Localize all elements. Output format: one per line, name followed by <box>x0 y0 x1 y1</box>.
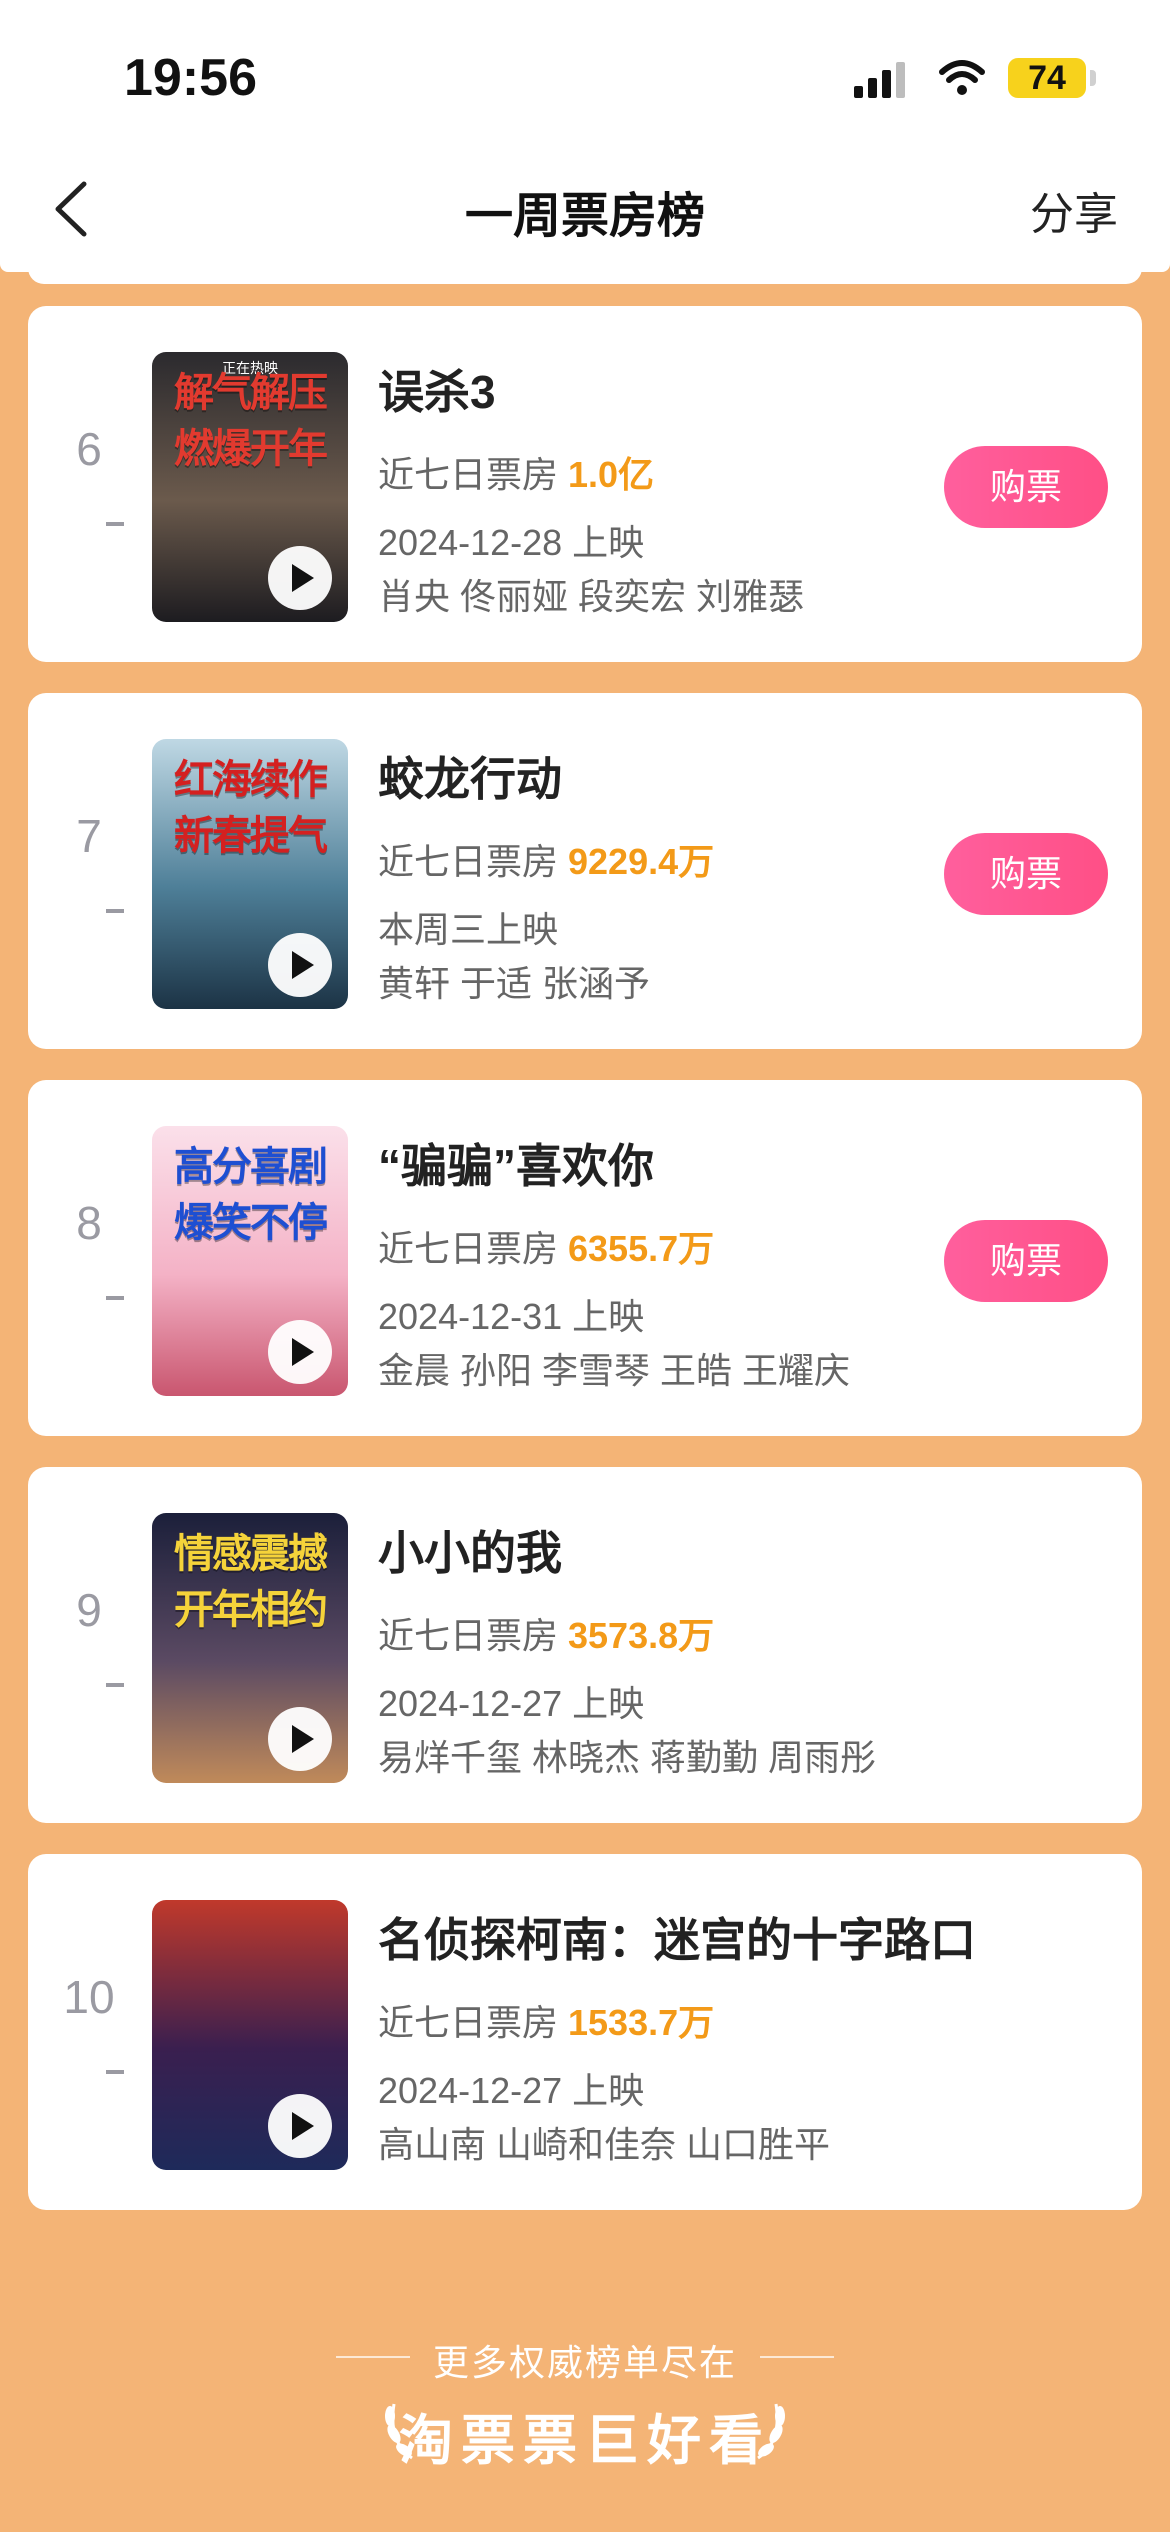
cellular-signal-icon <box>854 62 905 98</box>
box-office-label: 近七日票房 <box>378 1228 559 1269</box>
movie-card[interactable]: 7 红海续作新春提气 蛟龙行动 近七日票房 9229.4万 本周三上映 黄轩 于适… <box>28 693 1142 1049</box>
buy-ticket-button[interactable]: 购票 <box>944 833 1108 915</box>
battery-tip <box>1090 70 1096 86</box>
cast-list: 肖央 佟丽娅 段奕宏 刘雅瑟 <box>378 576 805 617</box>
movie-card[interactable]: 10 名侦探柯南：迷宫的十字路口 近七日票房 1533.7万 2024-12-27… <box>28 1854 1142 2210</box>
box-office-row: 近七日票房 1533.7万 <box>378 1994 714 2046</box>
rank-change-dash <box>106 1296 124 1300</box>
movie-card[interactable]: 9 情感震撼开年相约 小小的我 近七日票房 3573.8万 2024-12-27 … <box>28 1467 1142 1823</box>
movie-poster[interactable]: 红海续作 新春提气 <box>152 739 348 1009</box>
cast-list: 易烊千玺 林晓杰 蒋勤勤 周雨彤 <box>378 1737 877 1778</box>
movie-poster[interactable] <box>152 1900 348 2170</box>
box-office-row: 近七日票房 9229.4万 <box>378 833 714 885</box>
buy-ticket-button[interactable]: 购票 <box>944 1220 1108 1302</box>
box-office-value: 1533.7万 <box>568 2002 715 2043</box>
play-icon[interactable] <box>268 933 332 997</box>
poster-headline: 高分喜剧 <box>174 1143 328 1190</box>
laurel-right-icon <box>757 2403 785 2460</box>
movie-title[interactable]: “骗骗”喜欢你 <box>378 1130 654 1196</box>
release-date: 2024-12-27 上映 <box>378 1683 645 1724</box>
box-office-label: 近七日票房 <box>378 2002 559 2043</box>
release-date: 本周三上映 <box>378 909 559 950</box>
cast-list: 金晨 孙阳 李雪琴 王皓 王耀庆 <box>378 1350 851 1391</box>
poster-headline: 红海续作 <box>174 756 328 803</box>
poster-headline: 爆笑不停 <box>174 1199 328 1246</box>
rank-number: 10 <box>63 1971 115 2023</box>
movie-poster[interactable]: 情感震撼 开年相约 <box>152 1513 348 1783</box>
release-date: 2024-12-31 上映 <box>378 1296 645 1337</box>
box-office-label: 近七日票房 <box>378 841 559 882</box>
poster-headline: 开年相约 <box>174 1586 328 1633</box>
poster-headline: 新春提气 <box>174 812 328 859</box>
movie-card[interactable]: 6 正在热映 解气解压 燃爆开年 误杀3 近七日票房 1.0亿 2024-12-28… <box>28 306 1142 662</box>
box-office-label: 近七日票房 <box>378 454 559 495</box>
previous-card-edge <box>28 264 1142 284</box>
cast-list: 黄轩 于适 张涵予 <box>378 963 651 1004</box>
page-title: 一周票房榜 <box>464 190 705 243</box>
wifi-icon <box>939 60 985 95</box>
play-icon[interactable] <box>268 546 332 610</box>
play-icon[interactable] <box>268 2094 332 2158</box>
release-date: 2024-12-28 上映 <box>378 522 645 563</box>
share-button[interactable]: 分享 <box>1030 178 1118 242</box>
release-date: 2024-12-27 上映 <box>378 2070 645 2111</box>
cast-list: 高山南 山崎和佳奈 山口胜平 <box>378 2124 831 2165</box>
movie-title[interactable]: 蛟龙行动 <box>378 743 562 809</box>
rank-number: 9 <box>76 1584 102 1636</box>
movie-title[interactable]: 误杀3 <box>378 356 496 422</box>
box-office-value: 3573.8万 <box>568 1615 715 1656</box>
movie-card[interactable]: 8 高分喜剧爆笑不停 “骗骗”喜欢你 近七日票房 6355.7万 2024-12-… <box>28 1080 1142 1436</box>
play-icon[interactable] <box>268 1320 332 1384</box>
footer-text: 更多权威榜单尽在 <box>432 2342 737 2383</box>
status-time: 19:56 <box>124 49 257 107</box>
rank-number: 6 <box>76 423 102 475</box>
buy-ticket-button[interactable]: 购票 <box>944 446 1108 528</box>
movie-poster[interactable]: 高分喜剧 爆笑不停 <box>152 1126 348 1396</box>
movie-title[interactable]: 小小的我 <box>378 1517 562 1583</box>
poster-headline: 情感震撼 <box>174 1530 328 1577</box>
box-office-row: 近七日票房 1.0亿 <box>378 446 654 498</box>
rank-change-dash <box>106 2070 124 2074</box>
box-office-value: 1.0亿 <box>568 454 655 495</box>
status-bar: 19:56 74 <box>0 0 1170 150</box>
footer-brand[interactable]: 淘票票巨好看 <box>0 2396 1170 2475</box>
rank-number: 8 <box>76 1197 102 1249</box>
rank-change-dash <box>106 1683 124 1687</box>
movie-title[interactable]: 名侦探柯南：迷宫的十字路口 <box>378 1904 976 1970</box>
box-office-value: 6355.7万 <box>568 1228 715 1269</box>
rank-change-dash <box>106 522 124 526</box>
play-icon[interactable] <box>268 1707 332 1771</box>
rank-change-dash <box>106 909 124 913</box>
box-office-row: 近七日票房 3573.8万 <box>378 1607 714 1659</box>
movie-poster[interactable]: 正在热映 解气解压 燃爆开年 <box>152 352 348 622</box>
battery-indicator: 74 <box>1008 58 1086 98</box>
poster-headline: 燃爆开年 <box>174 425 328 472</box>
rank-number: 7 <box>76 810 102 862</box>
box-office-row: 近七日票房 6355.7万 <box>378 1220 714 1272</box>
navbar: 一周票房榜 分享 <box>0 150 1170 272</box>
box-office-label: 近七日票房 <box>378 1615 559 1656</box>
box-office-value: 9229.4万 <box>568 841 715 882</box>
poster-headline: 解气解压 <box>174 369 328 416</box>
